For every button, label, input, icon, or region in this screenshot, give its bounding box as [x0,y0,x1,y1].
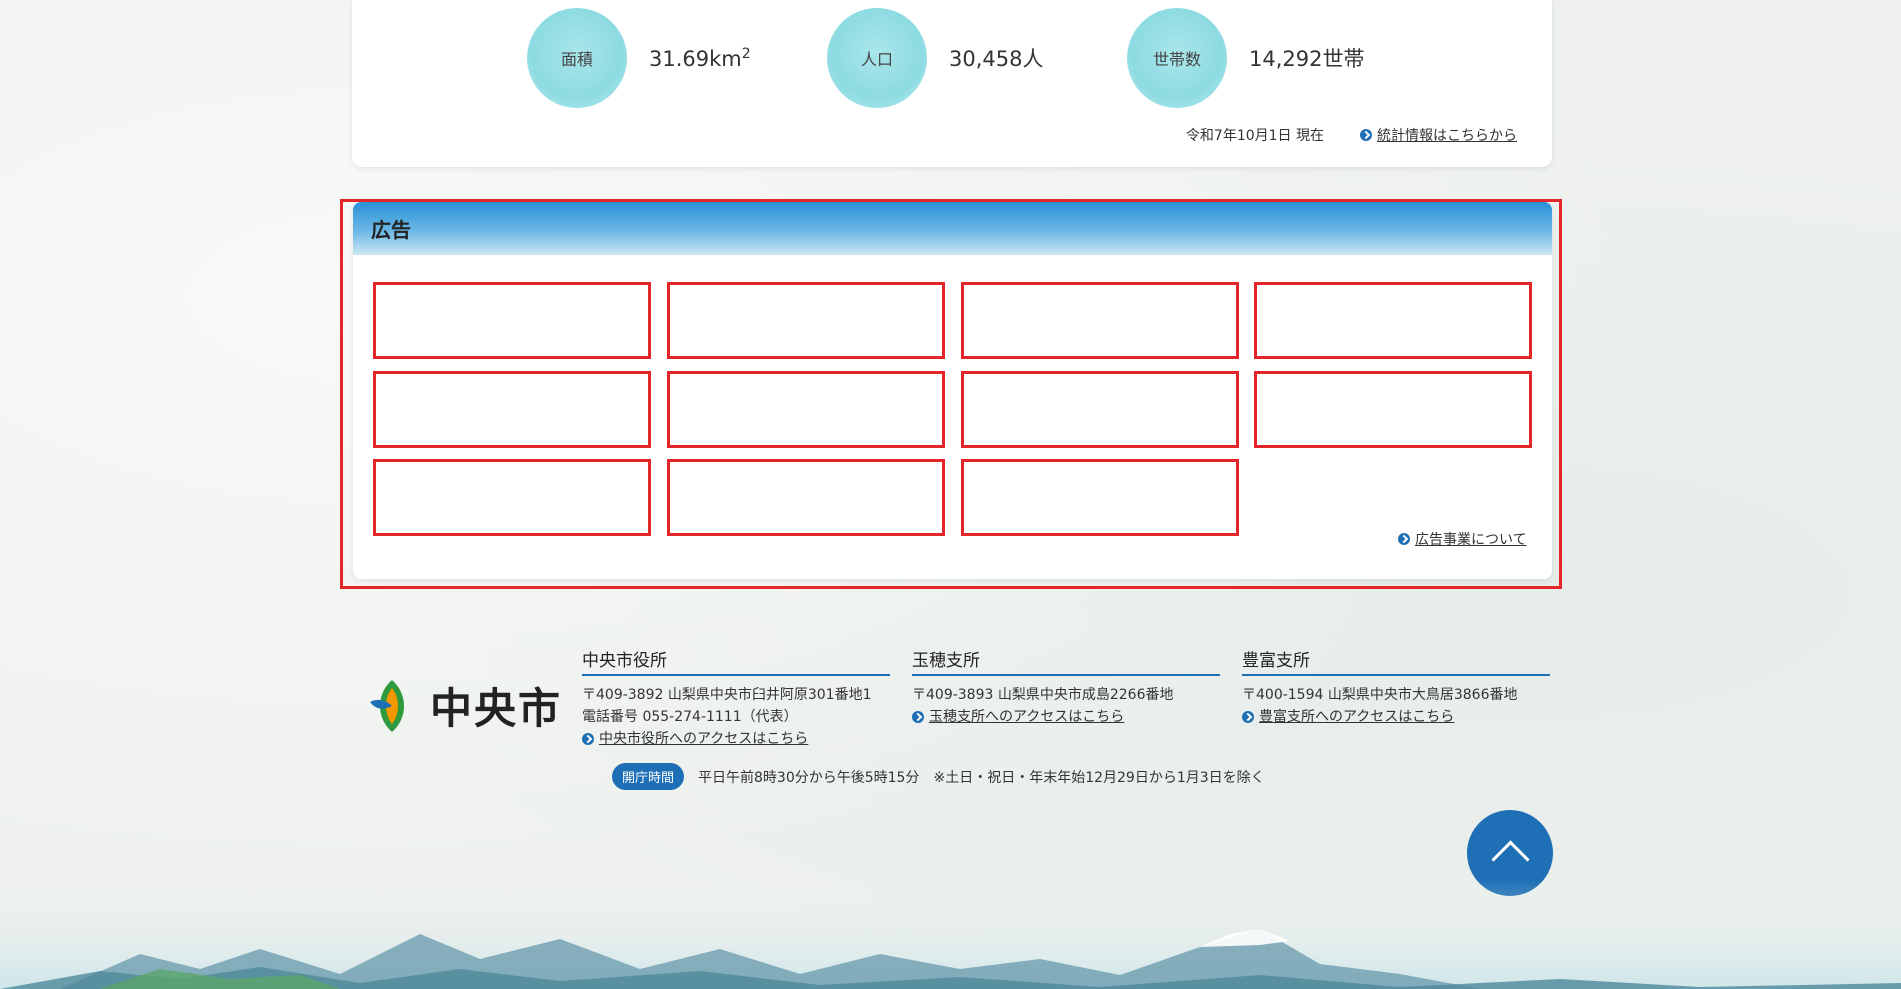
stats-card: 面積 31.69km2 人口 30,458人 世帯数 14,292世帯 令和7年… [352,0,1552,167]
office-access-link-row[interactable]: 玉穂支所へのアクセスはこちら [912,706,1220,728]
office-address: 〒409-3893 山梨県中央市成島2266番地 [912,687,1174,703]
office-phone: 電話番号 055-274-1111（代表） [582,709,798,725]
arrow-circle-icon [1360,129,1372,141]
stat-area: 面積 31.69km2 [527,8,751,108]
city-emblem-icon [370,679,404,732]
stats-info-link[interactable]: 統計情報はこちらから [1377,125,1517,145]
stat-population-value: 30,458人 [949,47,1044,71]
office-name: 豊富支所 [1242,646,1550,676]
office-tamaho: 玉穂支所 〒409-3893 山梨県中央市成島2266番地 玉穂支所へのアクセス… [912,646,1220,728]
arrow-circle-icon [1242,711,1254,723]
office-address: 〒409-3892 山梨県中央市臼井阿原301番地1 [582,687,872,703]
office-access-link-row[interactable]: 中央市役所へのアクセスはこちら [582,728,890,750]
arrow-circle-icon [912,711,924,723]
stat-area-value: 31.69km2 [649,45,751,71]
ad-section-highlight [340,199,1562,589]
office-address: 〒400-1594 山梨県中央市大鳥居3866番地 [1242,687,1518,703]
office-access-link-row[interactable]: 豊富支所へのアクセスはこちら [1242,706,1550,728]
office-name: 中央市役所 [582,646,890,676]
mountain-landscape-illustration [0,879,1901,989]
office-toyotomi: 豊富支所 〒400-1594 山梨県中央市大鳥居3866番地 豊富支所へのアクセ… [1242,646,1550,728]
opening-hours-text: 平日午前8時30分から午後5時15分 ※土日・祝日・年末年始12月29日から1月… [698,769,1265,786]
office-access-link[interactable]: 豊富支所へのアクセスはこちら [1259,706,1454,728]
opening-hours-badge: 開庁時間 [612,763,685,790]
stat-households-label: 世帯数 [1127,8,1227,108]
arrow-circle-icon [582,733,594,745]
stats-as-of-date: 令和7年10月1日 現在 [1185,128,1324,144]
stat-households-value: 14,292世帯 [1249,47,1365,71]
stat-population: 人口 30,458人 [827,8,1043,108]
office-city-hall: 中央市役所 〒409-3892 山梨県中央市臼井阿原301番地1 電話番号 05… [582,646,890,750]
city-logo[interactable]: 中央市 [362,675,562,736]
office-name: 玉穂支所 [912,646,1220,676]
office-access-link[interactable]: 中央市役所へのアクセスはこちら [599,728,808,750]
stat-population-label: 人口 [827,8,927,108]
city-logo-text: 中央市 [430,684,563,733]
stat-households: 世帯数 14,292世帯 [1127,8,1364,108]
office-access-link[interactable]: 玉穂支所へのアクセスはこちら [929,706,1124,728]
stat-area-label: 面積 [527,8,627,108]
stats-info-link-row[interactable]: 統計情報はこちらから [1360,125,1517,145]
opening-hours: 開庁時間 平日午前8時30分から午後5時15分 ※土日・祝日・年末年始12月29… [612,763,1265,790]
